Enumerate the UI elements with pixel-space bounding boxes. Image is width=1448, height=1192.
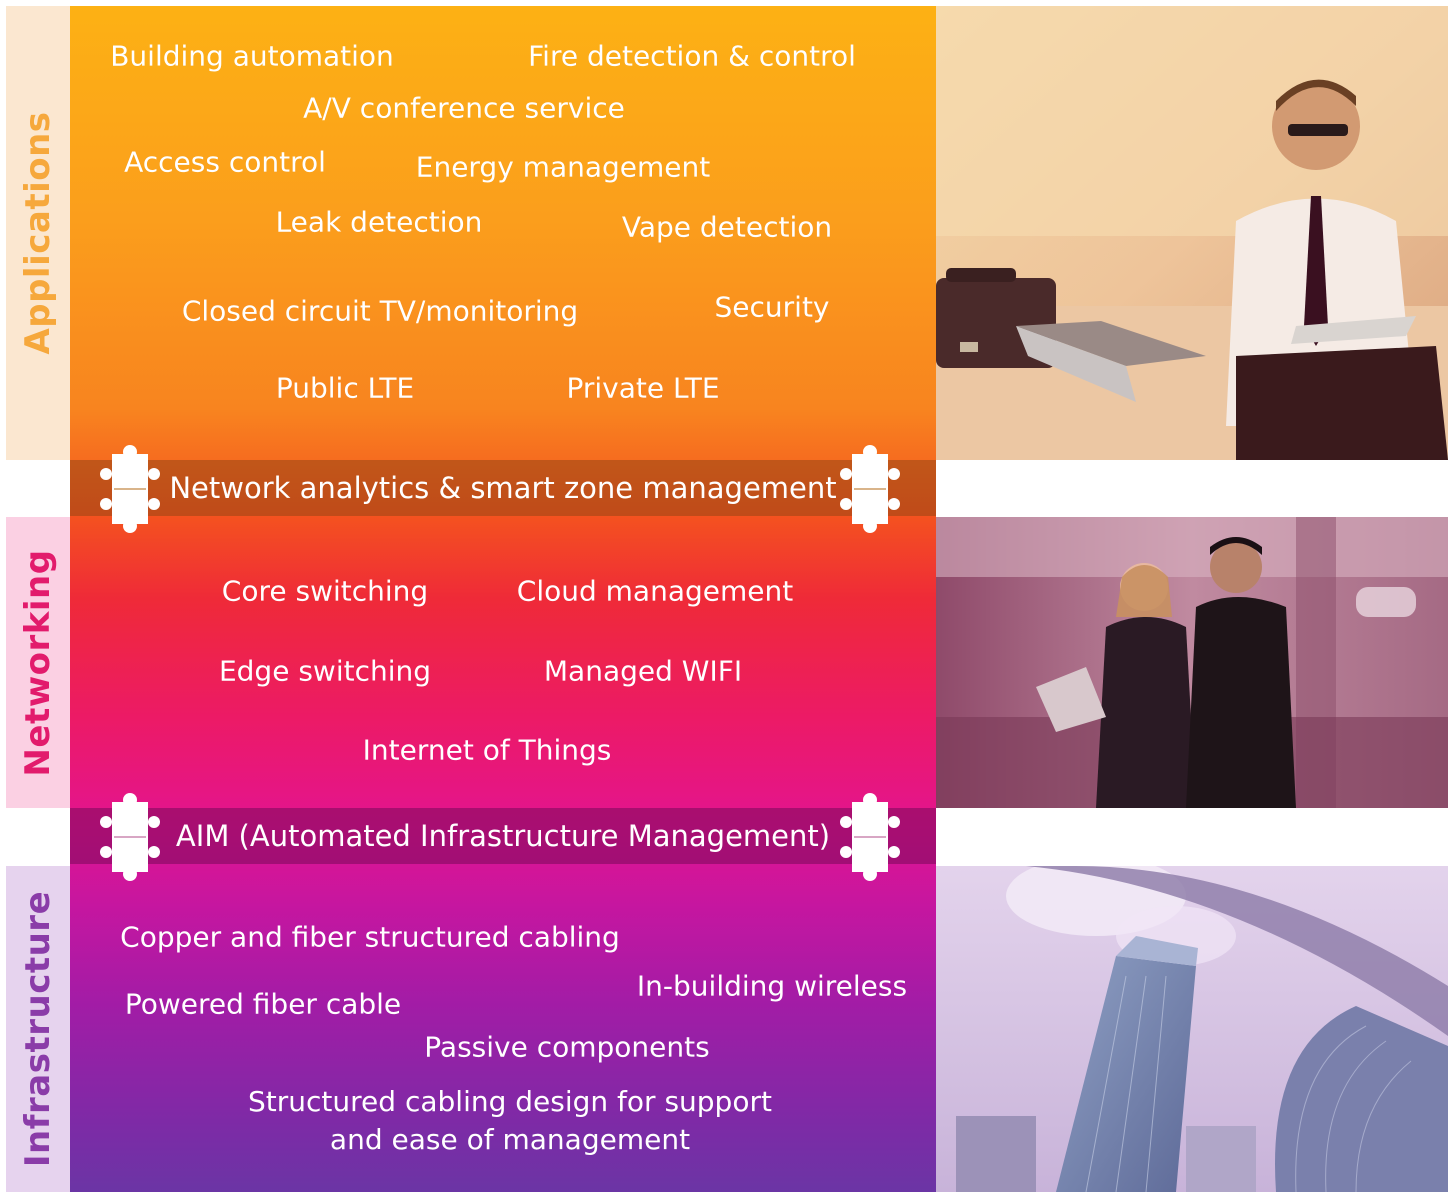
- infrastructure-tab: Infrastructure: [6, 866, 70, 1192]
- infrastructure-label: Infrastructure: [18, 890, 58, 1168]
- app-item: Leak detection: [275, 205, 483, 239]
- networking-label: Networking: [18, 548, 58, 777]
- analytics-band-text: Network analytics & smart zone managemen…: [169, 471, 837, 505]
- band-gap-2: [936, 808, 1448, 866]
- app-item: Security: [714, 290, 830, 324]
- net-item: Managed WIFI: [543, 654, 743, 688]
- app-item: Vape detection: [621, 210, 833, 244]
- puzzle-icon: [840, 445, 900, 533]
- puzzle-icon: [840, 793, 900, 881]
- app-item: Private LTE: [566, 371, 720, 405]
- band-gap-1: [936, 460, 1448, 517]
- applications-label: Applications: [18, 111, 58, 355]
- app-item: Closed circuit TV/monitoring: [181, 294, 579, 328]
- app-item: Building automation: [110, 39, 394, 73]
- infra-item: Passive components: [424, 1030, 710, 1064]
- net-item: Core switching: [221, 574, 429, 608]
- infra-item: Structured cabling design for support an…: [248, 1085, 772, 1156]
- layered-diagram: Applications Networking Infrastructure N…: [0, 0, 1448, 1192]
- infra-item: Copper and fiber structured cabling: [120, 920, 620, 954]
- businessman-photo: [936, 6, 1448, 460]
- aim-band-text: AIM (Automated Infrastructure Management…: [175, 819, 831, 853]
- skyscrapers-photo: [936, 866, 1448, 1192]
- colleagues-photo: [936, 517, 1448, 808]
- app-item: Energy management: [415, 150, 711, 184]
- applications-tab: Applications: [6, 6, 70, 460]
- app-item: A/V conference service: [303, 91, 625, 125]
- puzzle-icon: [100, 793, 160, 881]
- networking-tab: Networking: [6, 517, 70, 808]
- app-item: Fire detection & control: [528, 39, 856, 73]
- analytics-band: Network analytics & smart zone managemen…: [70, 460, 936, 516]
- app-item: Access control: [124, 145, 326, 179]
- infra-item: Powered fiber cable: [124, 987, 402, 1021]
- net-item: Cloud management: [516, 574, 794, 608]
- infra-item: In-building wireless: [636, 969, 908, 1003]
- net-item: Internet of Things: [362, 733, 612, 767]
- net-item: Edge switching: [218, 654, 432, 688]
- aim-band: AIM (Automated Infrastructure Management…: [70, 808, 936, 864]
- app-item: Public LTE: [275, 371, 415, 405]
- puzzle-icon: [100, 445, 160, 533]
